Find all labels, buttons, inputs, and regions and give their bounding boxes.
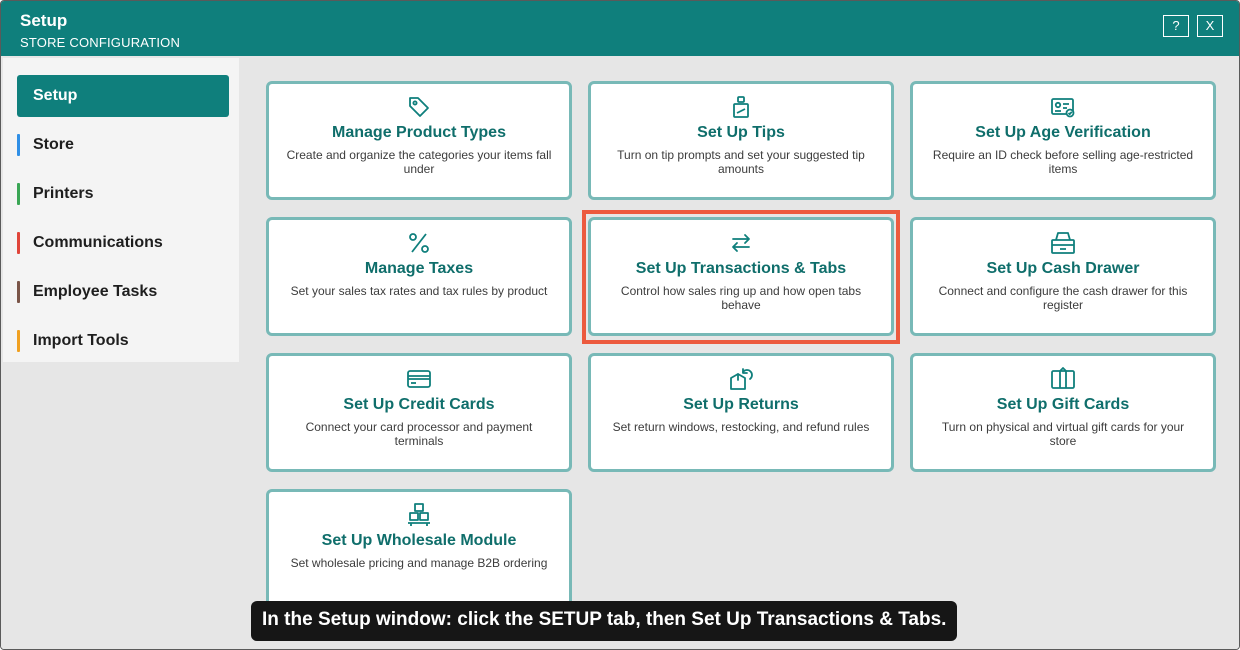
card-title: Set Up Returns xyxy=(683,396,799,413)
instruction-caption: In the Setup window: click the SETUP tab… xyxy=(251,601,958,641)
title-bar: Setup STORE CONFIGURATION ? X xyxy=(1,1,1239,56)
card-title: Set Up Cash Drawer xyxy=(986,260,1140,277)
card-description: Connect your card processor and payment … xyxy=(305,420,533,448)
card-title: Set Up Gift Cards xyxy=(996,396,1130,413)
sidebar-item-label: Import Tools xyxy=(33,332,129,349)
sidebar-item-label: Employee Tasks xyxy=(33,283,158,300)
sidebar-item-label: Setup xyxy=(33,87,78,104)
card-description: Set wholesale pricing and manage B2B ord… xyxy=(290,556,548,570)
return-box-icon xyxy=(728,366,754,392)
accent-bar xyxy=(17,183,20,205)
card-title: Set Up Wholesale Module xyxy=(321,532,517,549)
close-button[interactable]: X xyxy=(1197,15,1223,37)
card-manage-product-types[interactable]: Manage Product Types Create and organize… xyxy=(266,81,572,200)
sidebar-item-import-tools[interactable]: Import Tools xyxy=(17,320,229,362)
card-set-up-transactions-tabs[interactable]: Set Up Transactions & Tabs Control how s… xyxy=(588,217,894,336)
sidebar-panel: Setup Store Printers Communications Empl… xyxy=(3,58,239,362)
card-description: Turn on tip prompts and set your suggest… xyxy=(617,148,865,176)
card-set-up-gift-cards[interactable]: Set Up Gift Cards Turn on physical and v… xyxy=(910,353,1216,472)
card-title: Manage Taxes xyxy=(364,260,474,277)
card-manage-taxes[interactable]: Manage Taxes Set your sales tax rates an… xyxy=(266,217,572,336)
card-set-up-credit-cards[interactable]: Set Up Credit Cards Connect your card pr… xyxy=(266,353,572,472)
sidebar-item-communications[interactable]: Communications xyxy=(17,222,229,264)
cash-drawer-icon xyxy=(1050,230,1076,256)
id-card-icon xyxy=(1050,94,1076,120)
sidebar-item-label: Communications xyxy=(33,234,163,251)
window-subtitle: STORE CONFIGURATION xyxy=(20,35,181,50)
sidebar-item-setup[interactable]: Setup xyxy=(17,75,229,117)
sidebar-item-label: Store xyxy=(33,136,74,153)
sidebar-item-label: Printers xyxy=(33,185,94,202)
card-description: Set return windows, restocking, and refu… xyxy=(612,420,870,434)
card-set-up-returns[interactable]: Set Up Returns Set return windows, resto… xyxy=(588,353,894,472)
card-description: Create and organize the categories your … xyxy=(286,148,552,176)
setup-content: Manage Product Types Create and organize… xyxy=(240,56,1239,649)
tag-icon xyxy=(406,94,432,120)
card-description: Set your sales tax rates and tax rules b… xyxy=(290,284,548,298)
sidebar-item-printers[interactable]: Printers xyxy=(17,173,229,215)
setup-window: Setup STORE CONFIGURATION ? X Setup Stor… xyxy=(0,0,1240,650)
boxes-icon xyxy=(406,502,432,528)
card-description: Control how sales ring up and how open t… xyxy=(620,284,862,312)
sidebar-item-employee-tasks[interactable]: Employee Tasks xyxy=(17,271,229,313)
accent-bar xyxy=(17,281,20,303)
sidebar-item-store[interactable]: Store xyxy=(17,124,229,166)
sidebar: Setup Store Printers Communications Empl… xyxy=(1,56,240,649)
tip-jar-icon xyxy=(728,94,754,120)
card-set-up-age-verification[interactable]: Set Up Age Verification Require an ID ch… xyxy=(910,81,1216,200)
card-set-up-tips[interactable]: Set Up Tips Turn on tip prompts and set … xyxy=(588,81,894,200)
help-button[interactable]: ? xyxy=(1163,15,1189,37)
accent-bar xyxy=(17,134,20,156)
percent-icon xyxy=(406,230,432,256)
accent-bar xyxy=(17,232,20,254)
card-title: Set Up Age Verification xyxy=(975,124,1151,141)
card-title: Set Up Tips xyxy=(697,124,785,141)
credit-card-icon xyxy=(406,366,432,392)
card-title: Set Up Credit Cards xyxy=(343,396,495,413)
accent-bar xyxy=(17,330,20,352)
swap-arrows-icon xyxy=(728,230,754,256)
card-title: Manage Product Types xyxy=(332,124,506,141)
card-description: Turn on physical and virtual gift cards … xyxy=(941,420,1185,448)
card-description: Connect and configure the cash drawer fo… xyxy=(938,284,1188,312)
card-set-up-cash-drawer[interactable]: Set Up Cash Drawer Connect and configure… xyxy=(910,217,1216,336)
card-description: Require an ID check before selling age-r… xyxy=(932,148,1194,176)
window-title: Setup xyxy=(20,11,68,30)
card-title: Set Up Transactions & Tabs xyxy=(635,260,847,277)
gift-card-icon xyxy=(1050,366,1076,392)
